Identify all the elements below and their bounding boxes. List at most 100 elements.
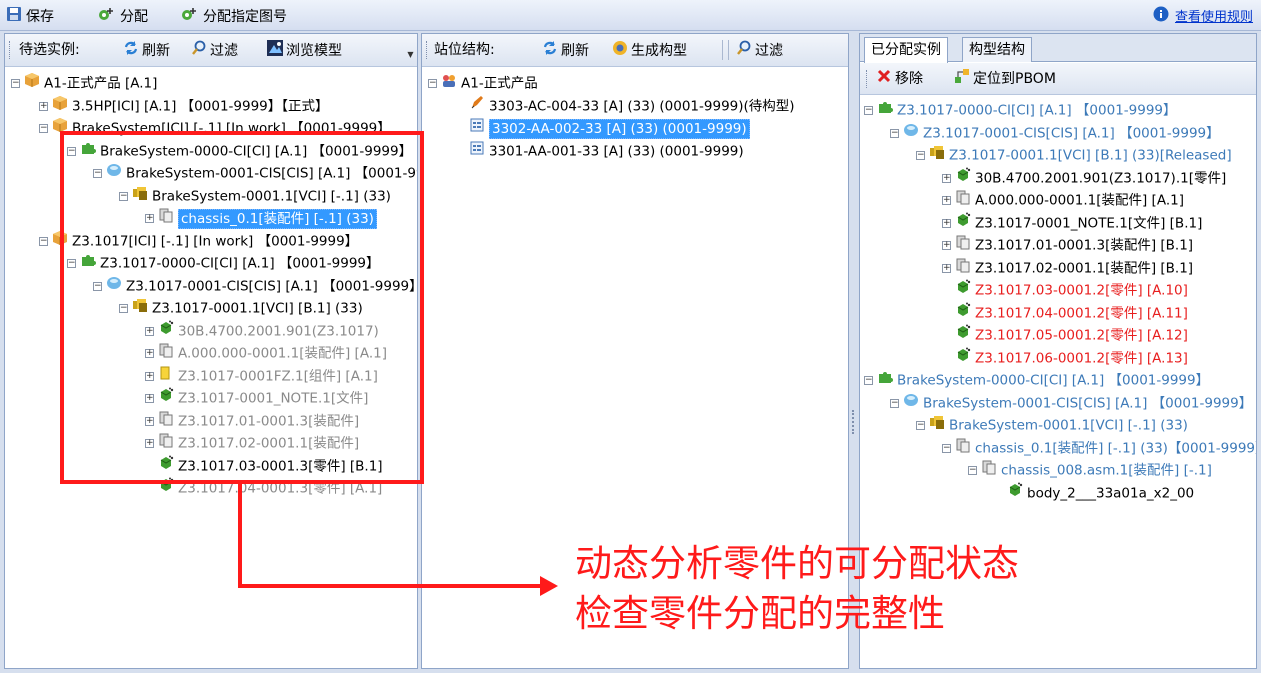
expand-toggle-icon[interactable]: +	[942, 196, 951, 205]
tree-node-label: 30B.4700.2001.901(Z3.1017).1[零件]	[975, 170, 1227, 186]
left-refresh-label: 刷新	[142, 43, 170, 59]
tree-row[interactable]: +3.5HP[ICI] [A.1] 【0001-9999】【正式】	[39, 95, 329, 117]
expand-toggle-icon[interactable]: +	[39, 101, 48, 111]
assign-button[interactable]: 分配	[98, 6, 148, 26]
tree-node-label: chassis_008.asm.1[装配件] [-.1]	[1001, 462, 1212, 479]
refresh-icon	[123, 40, 139, 62]
collapse-toggle-icon[interactable]: −	[11, 79, 20, 88]
part-icon	[1007, 482, 1023, 505]
callout-line-2: 检查零件分配的完整性	[575, 592, 945, 635]
tree-node-label: Z3.1017.04-0001.2[零件] [A.11]	[975, 305, 1188, 321]
help-link-label: 查看使用规则	[1174, 10, 1253, 25]
toolbar-overflow-chevron-icon[interactable]: ▼	[406, 48, 415, 62]
save-button[interactable]: 保存	[6, 6, 54, 26]
assigned-tabs: 已分配实例 构型结构	[860, 34, 1256, 63]
tree-node-label: Z3.1017-0000-CI[CI] [A.1] 【0001-9999】	[897, 102, 1177, 119]
model-viewer-icon	[267, 40, 283, 62]
expand-toggle-icon[interactable]: +	[942, 173, 951, 183]
part-icon	[955, 347, 971, 370]
collapse-toggle-icon[interactable]: −	[864, 106, 873, 115]
toolbar-separator	[728, 40, 729, 60]
collapse-toggle-icon[interactable]: −	[942, 443, 951, 453]
tree-node-label: Z3.1017-0001.1[VCI] [B.1] (33)[Released]	[949, 147, 1232, 164]
mid-refresh-button[interactable]: 刷新	[542, 40, 589, 60]
tree-row[interactable]: Z3.1017.05-0001.2[零件] [A.12]	[942, 324, 1188, 346]
toolbar-grip[interactable]	[426, 41, 429, 59]
mid-filter-label: 过滤	[755, 43, 783, 59]
collapse-toggle-icon[interactable]: −	[864, 376, 873, 385]
collapse-toggle-icon[interactable]: −	[916, 421, 925, 430]
assign-icon	[98, 6, 116, 28]
tree-row[interactable]: + A.000.000-0001.1[装配件] [A.1]	[942, 189, 1184, 211]
tab-config-structure[interactable]: 构型结构	[962, 37, 1032, 62]
tree-row[interactable]: − BrakeSystem-0000-CI[CI] [A.1] 【0001-999…	[864, 369, 1209, 391]
tree-row[interactable]: − chassis_0.1[装配件] [-.1] (33)【0001-9999】	[942, 437, 1256, 459]
tree-row[interactable]: Z3.1017.03-0001.2[零件] [A.10]	[942, 279, 1188, 301]
generate-config-button[interactable]: 生成构型	[612, 40, 687, 60]
tree-node-label: 3302-AA-002-33 [A] (33) (0001-9999)	[489, 118, 750, 139]
collapse-toggle-icon[interactable]: −	[39, 236, 48, 246]
part-icon	[955, 279, 971, 302]
expand-toggle-icon[interactable]: +	[942, 241, 951, 250]
help-link[interactable]: 查看使用规则	[1153, 6, 1253, 26]
assembly-icon	[955, 234, 971, 257]
tree-row[interactable]: − chassis_008.asm.1[装配件] [-.1]	[968, 459, 1212, 481]
mid-filter-button[interactable]: 过滤	[736, 40, 783, 60]
expand-toggle-icon[interactable]: +	[942, 218, 951, 228]
toolbar-grip[interactable]	[9, 41, 12, 59]
tree-row[interactable]: + Z3.1017.01-0001.3[装配件] [B.1]	[942, 234, 1193, 256]
assign-figure-button[interactable]: 分配指定图号	[181, 6, 287, 26]
assigned-toolbar: 移除 定位到PBOM	[860, 63, 1256, 95]
tree-row[interactable]: − BrakeSystem-0001.1[VCI] [-.1] (33)	[916, 414, 1188, 436]
magnifier-icon	[191, 40, 207, 62]
tree-row[interactable]: body_2___33a01a_x2_00	[994, 482, 1194, 504]
tree-node-label: Z3.1017-0001_NOTE.1[文件] [B.1]	[975, 215, 1203, 231]
tree-node-label: BrakeSystem-0000-CI[CI] [A.1] 【0001-9999…	[897, 372, 1210, 389]
main-toolbar: 保存 分配 分配指定图号 查看使用规则	[0, 0, 1261, 31]
sphere-icon	[903, 122, 919, 145]
tree-row[interactable]: 3302-AA-002-33 [A] (33) (0001-9999)	[456, 117, 750, 139]
tree-row[interactable]: − Z3.1017-0001-CIS[CIS] [A.1] 【0001-9999】	[890, 122, 1220, 144]
tree-row[interactable]: 3303-AC-004-33 [A] (33) (0001-9999)(待构型)	[456, 95, 795, 117]
panel-splitter[interactable]	[852, 410, 855, 434]
collapse-toggle-icon[interactable]: −	[890, 398, 899, 408]
box-icon	[52, 95, 68, 118]
tree-row[interactable]: + Z3.1017-0001_NOTE.1[文件] [B.1]	[942, 212, 1202, 234]
station-icon	[469, 117, 485, 140]
collapse-toggle-icon[interactable]: −	[968, 466, 977, 475]
left-filter-label: 过滤	[210, 43, 238, 59]
tree-row[interactable]: − Z3.1017-0001.1[VCI] [B.1] (33)[Released…	[916, 144, 1232, 166]
generate-icon	[612, 40, 628, 62]
collapse-toggle-icon[interactable]: −	[916, 151, 925, 160]
tree-node-label: body_2___33a01a_x2_00	[1027, 485, 1195, 501]
tree-row[interactable]: − Z3.1017-0000-CI[CI] [A.1] 【0001-9999】	[864, 99, 1177, 121]
tab-assigned-instances[interactable]: 已分配实例	[864, 37, 948, 63]
tree-node-label: BrakeSystem-0001.1[VCI] [-.1] (33)	[949, 417, 1188, 434]
candidate-label: 待选实例:	[19, 42, 80, 58]
collapse-toggle-icon[interactable]: −	[428, 79, 437, 88]
tree-row[interactable]: 3301-AA-001-33 [A] (33) (0001-9999)	[456, 140, 744, 162]
browse-model-button[interactable]: 浏览模型	[267, 40, 342, 60]
tree-row[interactable]: − A1-正式产品	[428, 72, 538, 94]
tree-node-label: Z3.1017.03-0001.2[零件] [A.10]	[975, 282, 1188, 299]
tree-row[interactable]: +30B.4700.2001.901(Z3.1017).1[零件]	[942, 167, 1226, 189]
expand-toggle-icon[interactable]: +	[942, 263, 951, 273]
left-filter-button[interactable]: 过滤	[191, 40, 238, 60]
tree-row[interactable]: − BrakeSystem-0001-CIS[CIS] [A.1] 【0001-9…	[890, 392, 1252, 414]
browse-model-label: 浏览模型	[286, 43, 342, 59]
tree-row[interactable]: Z3.1017.06-0001.2[零件] [A.13]	[942, 347, 1188, 369]
collapse-toggle-icon[interactable]: −	[890, 128, 899, 138]
tree-row[interactable]: + Z3.1017.02-0001.1[装配件] [B.1]	[942, 257, 1193, 279]
locate-icon	[954, 68, 970, 90]
left-refresh-button[interactable]: 刷新	[123, 40, 170, 60]
toolbar-grip[interactable]	[866, 70, 869, 88]
remove-button[interactable]: 移除	[876, 68, 923, 88]
part-icon	[955, 167, 971, 190]
locate-pbom-button[interactable]: 定位到PBOM	[954, 68, 1056, 88]
tree-row[interactable]: Z3.1017.04-0001.2[零件] [A.11]	[942, 302, 1188, 324]
tree-node-label: 3303-AC-004-33 [A] (33) (0001-9999)(待构型)	[489, 98, 795, 114]
tree-row[interactable]: − A1-正式产品 [A.1]	[11, 72, 157, 94]
collapse-toggle-icon[interactable]: −	[39, 124, 48, 133]
callout-arrow-line	[238, 584, 542, 588]
callout-arrow-head	[540, 576, 558, 596]
